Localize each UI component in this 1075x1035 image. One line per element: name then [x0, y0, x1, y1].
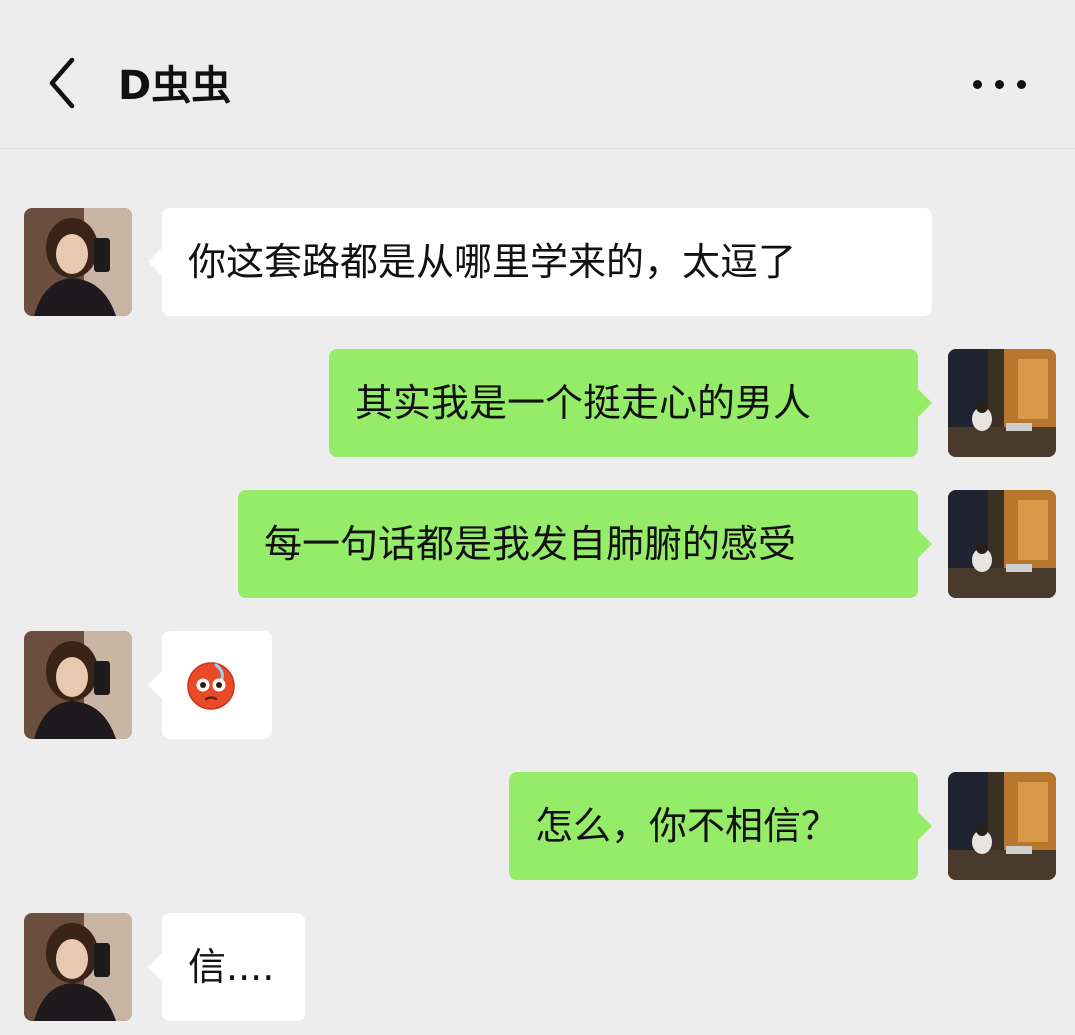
flushed-face-icon	[186, 661, 236, 711]
message-bubble[interactable]: 怎么，你不相信？	[509, 772, 932, 880]
chat-title: D虫虫	[118, 63, 232, 109]
message-bubble[interactable]: 你这套路都是从哪里学来的，太逗了	[148, 208, 932, 316]
my-avatar[interactable]	[948, 772, 1056, 880]
message-bubble[interactable]	[148, 631, 272, 739]
message-outgoing: 每一句话都是我发自肺腑的感受	[0, 490, 1075, 598]
message-bubble[interactable]: 每一句话都是我发自肺腑的感受	[238, 490, 932, 598]
message-outgoing: 其实我是一个挺走心的男人	[0, 349, 1075, 457]
more-button[interactable]	[965, 60, 1035, 106]
contact-avatar[interactable]	[24, 631, 132, 739]
message-outgoing: 怎么，你不相信？	[0, 772, 1075, 880]
message-bubble[interactable]: 信....	[148, 913, 305, 1021]
my-avatar[interactable]	[948, 349, 1056, 457]
chat-header: D虫虫	[0, 0, 1075, 149]
chevron-left-icon	[49, 57, 75, 109]
message-incoming: 你这套路都是从哪里学来的，太逗了	[0, 208, 1075, 316]
message-list[interactable]: 你这套路都是从哪里学来的，太逗了 其实我是一个挺走心的男人 每一句话都是我发自肺…	[0, 149, 1075, 1035]
contact-avatar[interactable]	[24, 913, 132, 1021]
contact-avatar[interactable]	[24, 208, 132, 316]
message-incoming	[0, 631, 1075, 739]
more-dots-icon	[973, 80, 982, 89]
message-bubble[interactable]: 其实我是一个挺走心的男人	[329, 349, 932, 457]
message-incoming: 信....	[0, 913, 1075, 1021]
my-avatar[interactable]	[948, 490, 1056, 598]
back-button[interactable]	[40, 54, 88, 112]
